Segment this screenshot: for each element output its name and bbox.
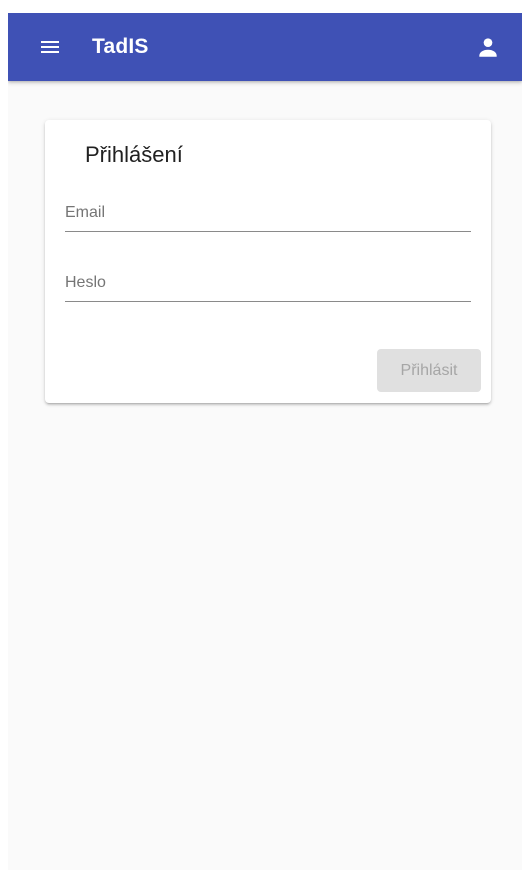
menu-icon	[41, 41, 59, 53]
email-input[interactable]	[65, 197, 471, 229]
account-button[interactable]	[468, 27, 508, 67]
password-field	[65, 267, 471, 302]
app-title: TadIS	[92, 35, 149, 58]
account-icon	[479, 38, 497, 57]
password-input[interactable]	[65, 267, 471, 299]
app-viewport: TadIS Přihlášení Přihlásit	[8, 13, 522, 870]
app-bar: TadIS	[8, 13, 522, 81]
email-field	[65, 197, 471, 232]
login-card: Přihlášení Přihlásit	[45, 120, 491, 403]
login-title: Přihlášení	[85, 142, 183, 167]
menu-button[interactable]	[30, 27, 70, 67]
login-button[interactable]: Přihlásit	[377, 349, 481, 392]
